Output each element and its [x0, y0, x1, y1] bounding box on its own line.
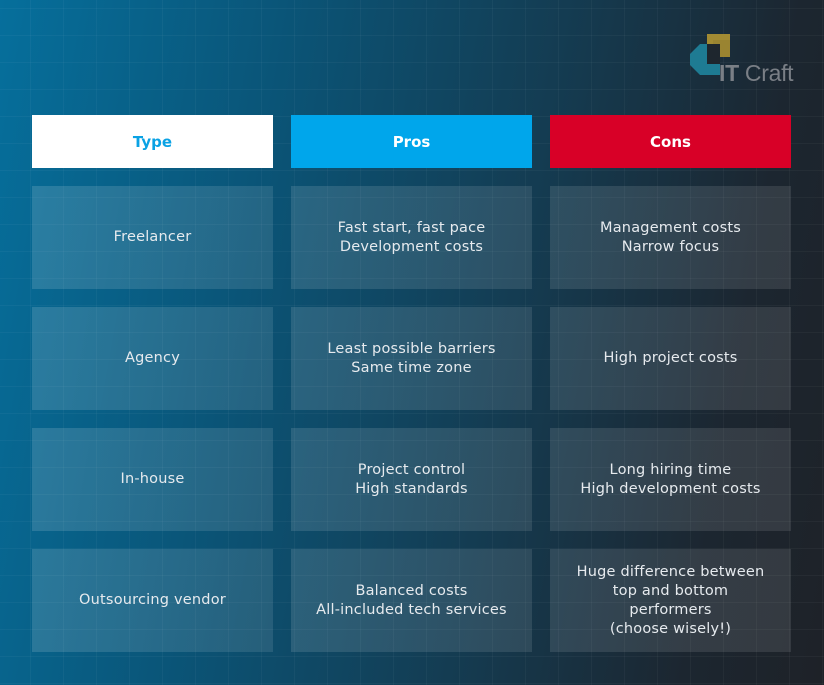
- brand-name-bold: IT: [719, 60, 739, 86]
- type-cell: Agency: [32, 307, 273, 410]
- pros-cell: Project control High standards: [291, 428, 532, 531]
- header-cons: Cons: [550, 115, 791, 168]
- pros-cell: Fast start, fast pace Development costs: [291, 186, 532, 289]
- header-pros: Pros: [291, 115, 532, 168]
- type-cell: Outsourcing vendor: [32, 549, 273, 652]
- pros-cell: Balanced costs All-included tech service…: [291, 549, 532, 652]
- cons-cell: Management costs Narrow focus: [550, 186, 791, 289]
- brand-name-regular: Craft: [738, 60, 794, 86]
- cons-cell: High project costs: [550, 307, 791, 410]
- brand-name: IT Craft: [719, 60, 794, 87]
- cons-cell: Huge difference between top and bottom p…: [550, 549, 791, 652]
- type-cell: Freelancer: [32, 186, 273, 289]
- type-cell: In-house: [32, 428, 273, 531]
- cons-cell: Long hiring time High development costs: [550, 428, 791, 531]
- pros-cell: Least possible barriers Same time zone: [291, 307, 532, 410]
- header-type: Type: [32, 115, 273, 168]
